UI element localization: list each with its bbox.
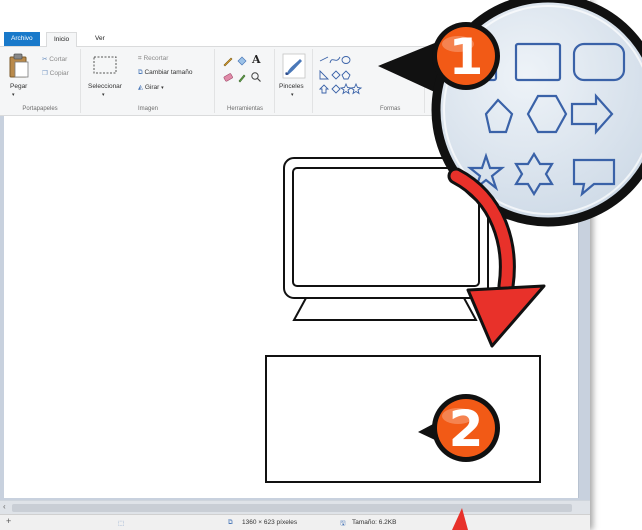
bottom-pointer (452, 508, 468, 530)
callout-badge-1: 1 (432, 22, 500, 90)
callout-number-1: 1 (449, 28, 484, 86)
callout-number-2: 2 (449, 400, 484, 458)
annotation-overlay: 1 2 (378, 0, 642, 530)
callout-badge-2: 2 (418, 394, 500, 462)
